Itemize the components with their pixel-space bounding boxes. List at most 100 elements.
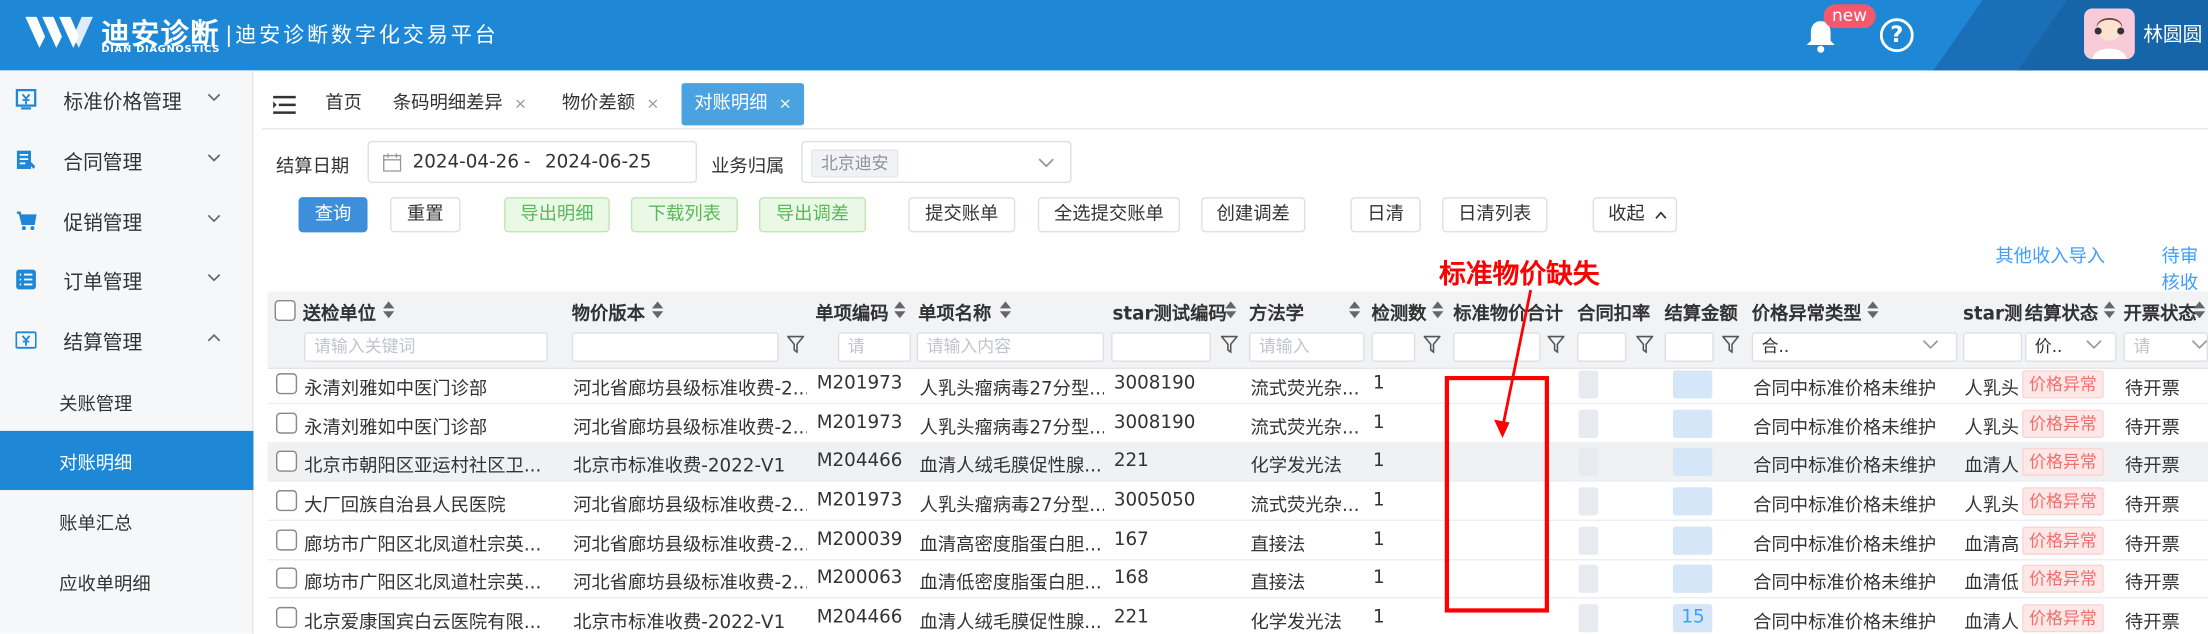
date-range-picker[interactable]: 2024-04-26 - 2024-06-25 <box>367 140 698 184</box>
sidebar-subitem-reconciliation-detail[interactable]: 对账明细 <box>0 430 254 491</box>
sort-icon[interactable] <box>894 301 906 319</box>
row-checkbox[interactable] <box>275 567 298 589</box>
column-filter-input[interactable] <box>571 332 779 362</box>
table-cell: 待开票 <box>2124 612 2180 634</box>
close-icon[interactable]: × <box>514 94 527 112</box>
tab-price-diff[interactable]: 物价差额 × <box>562 83 659 125</box>
row-checkbox[interactable] <box>275 490 298 512</box>
column-header-11[interactable]: 价格异常类型 <box>1752 299 1958 325</box>
select-all-submit-button[interactable]: 全选提交账单 <box>1037 197 1181 233</box>
business-label: 业务归属 <box>711 156 785 178</box>
username[interactable]: 林圆圆 <box>2143 20 2202 48</box>
daily-clear-list-button[interactable]: 日清列表 <box>1441 197 1548 233</box>
submit-bill-button[interactable]: 提交账单 <box>908 197 1016 233</box>
column-header-4[interactable]: 单项名称 <box>918 299 1108 325</box>
sidebar-item-label: 订单管理 <box>63 271 143 295</box>
sidebar-item-contract[interactable]: 合同管理 <box>0 131 253 190</box>
column-header-9[interactable]: 合同扣率 <box>1577 299 1661 325</box>
table-cell: 1 <box>1372 529 1385 551</box>
column-header-12[interactable]: star测试 <box>1963 299 2022 325</box>
column-header-10[interactable]: 结算金额 <box>1664 299 1746 325</box>
collapse-button[interactable]: 收起 <box>1592 197 1678 233</box>
close-icon[interactable]: × <box>779 94 792 112</box>
row-checkbox[interactable] <box>275 529 298 551</box>
column-filter-input[interactable]: 请 <box>837 332 912 362</box>
filter-icon[interactable] <box>1722 335 1740 354</box>
column-filter-input[interactable] <box>1664 332 1714 362</box>
top-header: 迪安诊断 DIAN DIAGNOSTICS |迪安诊断数字化交易平台 new ?… <box>0 0 2208 71</box>
tab-barcode-diff[interactable]: 条码明细差异 × <box>393 83 527 125</box>
sidebar-item-order[interactable]: 订单管理 <box>0 251 253 310</box>
select-all-checkbox[interactable] <box>274 299 296 322</box>
sidebar-subitem-bill-summary[interactable]: 账单汇总 <box>0 491 253 550</box>
chevron-up-icon <box>1655 211 1667 219</box>
download-list-button[interactable]: 下载列表 <box>630 197 738 233</box>
menu-toggle-icon[interactable] <box>272 94 297 115</box>
table-cell: 人乳头瘤病毒27分型... <box>919 495 1104 517</box>
sort-icon[interactable] <box>1349 301 1361 319</box>
sort-icon[interactable] <box>999 301 1012 319</box>
sort-icon[interactable] <box>2103 301 2116 319</box>
sort-icon[interactable] <box>1432 301 1444 319</box>
column-filter-input[interactable] <box>1962 332 2023 362</box>
table-cell: 血清高密度脂蛋白胆... <box>919 535 1102 557</box>
other-income-import-link[interactable]: 其他收入导入 <box>1995 241 2105 267</box>
table-cell: M204466 <box>816 606 903 629</box>
sidebar-item-label: 合同管理 <box>63 152 143 175</box>
column-filter-input[interactable]: 请输入关键词 <box>304 332 548 362</box>
sidebar-item-standard-price[interactable]: 标准价格管理 <box>0 70 253 129</box>
table-cell: 合同中标准价格未维护 <box>1753 535 1937 557</box>
table-cell: 流式荧光杂... <box>1250 378 1360 400</box>
table-cell: 廊坊市广阳区北凤道杜宗英... <box>304 573 542 595</box>
column-filter-input[interactable] <box>1577 332 1627 362</box>
table-cell: 廊坊市广阳区北凤道杜宗英... <box>304 535 542 557</box>
query-button[interactable]: 查询 <box>298 197 368 233</box>
table-cell: 221 <box>1113 450 1149 472</box>
table-cell: 人乳头瘤病毒27分型... <box>919 418 1104 440</box>
daily-clear-button[interactable]: 日清 <box>1350 197 1421 233</box>
column-header-2[interactable]: 物价版本 <box>572 299 811 325</box>
table-cell: 1 <box>1372 373 1385 395</box>
row-checkbox[interactable] <box>275 450 298 472</box>
sort-icon[interactable] <box>2193 301 2206 319</box>
sidebar-subitem-receivable-detail[interactable]: 应收单明细 <box>0 552 253 611</box>
row-checkbox[interactable] <box>275 412 298 434</box>
date-separator: - <box>523 152 531 174</box>
column-filter-input[interactable] <box>1371 332 1416 362</box>
export-detail-button[interactable]: 导出明细 <box>504 197 610 233</box>
contract-icon <box>16 150 36 169</box>
column-filter-input[interactable]: 价.. <box>2024 332 2117 362</box>
reset-button[interactable]: 重置 <box>390 197 461 233</box>
filter-icon[interactable] <box>1220 335 1238 354</box>
filter-icon[interactable] <box>787 335 805 354</box>
tab-label: 物价差额 <box>561 92 636 115</box>
create-adjust-button[interactable]: 创建调差 <box>1201 197 1306 233</box>
column-filter-input[interactable]: 请输入内容 <box>916 332 1104 362</box>
tab-label: 首页 <box>325 92 362 115</box>
sort-icon[interactable] <box>651 301 664 319</box>
export-adjust-button[interactable]: 导出调差 <box>758 197 867 233</box>
help-icon[interactable]: ? <box>1879 18 1914 53</box>
table-cell: 15 <box>1681 606 1705 629</box>
column-filter-input[interactable]: 请输入 <box>1249 332 1365 362</box>
sort-icon[interactable] <box>1225 301 1237 319</box>
filter-icon[interactable] <box>1423 335 1441 354</box>
table-cell: 1 <box>1372 412 1385 434</box>
sidebar-item-settlement[interactable]: 结算管理 <box>0 311 253 370</box>
sidebar-item-label: 标准价格管理 <box>63 91 182 115</box>
tab-home[interactable]: 首页 <box>325 83 362 125</box>
column-header-1[interactable]: 送检单位 <box>303 299 549 325</box>
business-select[interactable]: 北京迪安 <box>801 140 1072 184</box>
row-checkbox[interactable] <box>275 606 298 629</box>
column-filter-input[interactable] <box>1111 332 1212 362</box>
tab-reconciliation-detail[interactable]: 对账明细 × <box>681 83 805 126</box>
sort-icon[interactable] <box>1867 301 1879 319</box>
filter-icon[interactable] <box>1636 335 1654 354</box>
sidebar-item-promotion[interactable]: 促销管理 <box>0 192 253 251</box>
sidebar-subitem-close-account[interactable]: 关账管理 <box>0 372 253 431</box>
close-icon[interactable]: × <box>646 94 659 112</box>
redacted-value <box>1578 409 1599 438</box>
row-checkbox[interactable] <box>275 373 298 395</box>
avatar[interactable] <box>2084 8 2135 60</box>
sort-icon[interactable] <box>383 301 395 319</box>
